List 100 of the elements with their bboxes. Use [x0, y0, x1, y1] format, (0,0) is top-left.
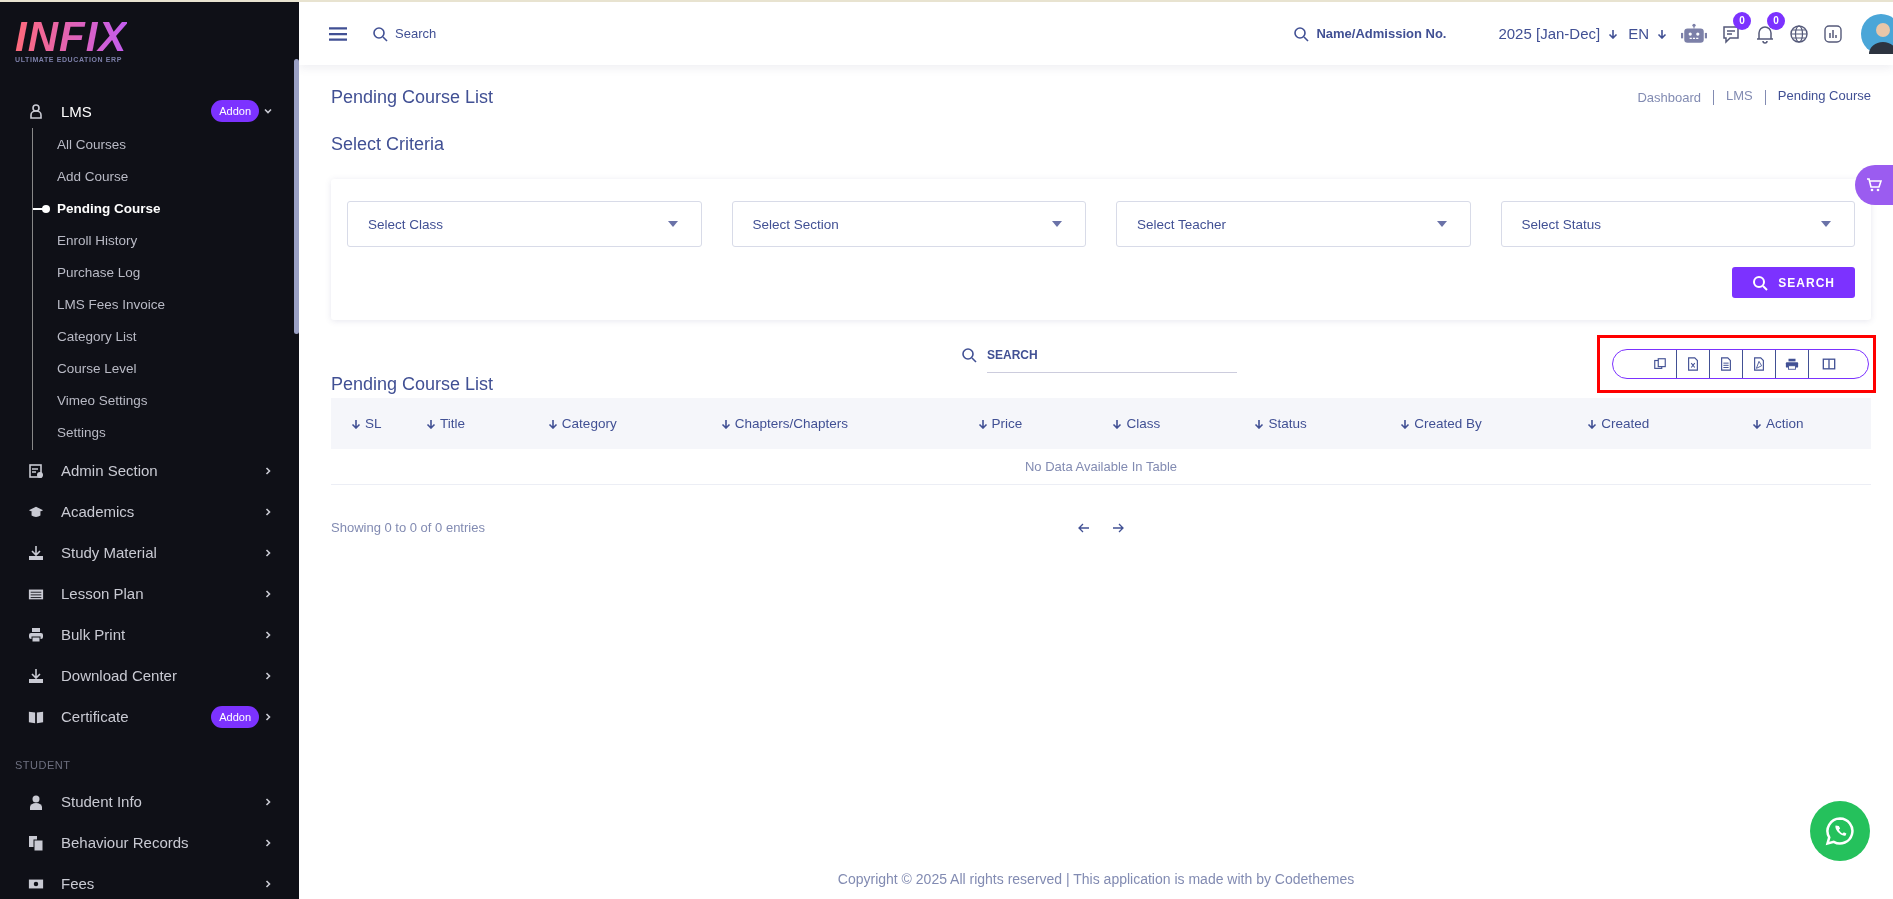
- submenu-item[interactable]: Category List: [33, 321, 291, 353]
- select-field[interactable]: Select Teacher: [1116, 201, 1471, 247]
- person-icon: [28, 793, 44, 810]
- sidebar-item[interactable]: Download Center: [0, 655, 291, 696]
- submenu-item[interactable]: Enroll History: [33, 225, 291, 257]
- search-button[interactable]: SEARCH: [1732, 267, 1855, 298]
- sidebar-item[interactable]: Admin Section: [0, 450, 291, 491]
- sidebar-item[interactable]: LMS Addon: [0, 94, 291, 128]
- student-search-field[interactable]: Name/Admission No.: [1316, 26, 1457, 41]
- logo-wordmark: INFIX: [15, 20, 128, 54]
- arrow-down-icon: [547, 418, 558, 429]
- breadcrumb-link[interactable]: Dashboard: [1637, 90, 1702, 105]
- next-page-button[interactable]: [1112, 522, 1124, 533]
- session-dropdown[interactable]: 2025 [Jan-Dec]: [1498, 25, 1619, 42]
- column-header[interactable]: Chapters/Chapters: [720, 416, 978, 431]
- search-icon: [1752, 274, 1769, 291]
- select-field[interactable]: Select Class: [347, 201, 702, 247]
- arrow-down-icon: [1752, 418, 1763, 429]
- language-dropdown[interactable]: EN: [1628, 25, 1667, 42]
- arrow-down-icon: [1657, 28, 1667, 39]
- active-marker: [33, 208, 47, 210]
- arrow-down-icon: [1254, 418, 1265, 429]
- submenu-item[interactable]: All Courses: [33, 129, 291, 161]
- robot-icon: [1681, 22, 1707, 45]
- column-header[interactable]: Category: [547, 416, 721, 431]
- column-header[interactable]: Status: [1254, 416, 1401, 431]
- sidebar-item[interactable]: Student Info: [0, 781, 291, 822]
- page-title: Pending Course List: [331, 87, 494, 108]
- submenu-item[interactable]: Purchase Log: [33, 257, 291, 289]
- table-search-field[interactable]: SEARCH: [987, 337, 1237, 373]
- sidebar-item[interactable]: Lesson Plan: [0, 573, 291, 614]
- documents-icon: [28, 834, 44, 851]
- arrow-right-icon: [1112, 522, 1124, 533]
- column-header[interactable]: Class: [1112, 416, 1255, 431]
- sidebar-item[interactable]: Behaviour Records: [0, 822, 291, 863]
- printer-icon: [28, 626, 44, 643]
- column-header[interactable]: Action: [1752, 416, 1871, 431]
- arrow-down-icon: [720, 418, 731, 429]
- caret-down-icon: [1821, 221, 1831, 227]
- printer-icon: [1785, 357, 1799, 371]
- sidebar-item[interactable]: Academics: [0, 491, 291, 532]
- globe-icon: [1789, 23, 1809, 44]
- submenu-item[interactable]: LMS Fees Invoice: [33, 289, 291, 321]
- submenu-item[interactable]: Add Course: [33, 161, 291, 193]
- columns-icon: [1821, 357, 1836, 371]
- addon-badge: Addon: [211, 100, 259, 122]
- scrollbar[interactable]: [294, 59, 299, 334]
- arrow-down-icon: [425, 418, 436, 429]
- search-icon: [961, 347, 977, 363]
- download-icon: [28, 667, 44, 684]
- count-badge: 0: [1733, 11, 1751, 30]
- spreadsheet-icon: [1686, 357, 1700, 371]
- column-header[interactable]: SL: [351, 416, 426, 431]
- caret-down-icon: [667, 221, 678, 227]
- addon-badge: Addon: [211, 705, 259, 728]
- previous-page-button[interactable]: [1078, 522, 1090, 533]
- download-icon: [28, 544, 44, 561]
- column-header[interactable]: Price: [977, 416, 1113, 431]
- copy-icon: [1652, 357, 1667, 371]
- search-icon: [372, 25, 388, 42]
- select-field[interactable]: Select Section: [731, 201, 1086, 247]
- cart-icon: [1866, 177, 1882, 193]
- person-icon: [28, 103, 44, 119]
- submenu-item[interactable]: Pending Course: [33, 193, 291, 225]
- sidebar-item[interactable]: Certificate Addon: [0, 696, 291, 737]
- submenu-item[interactable]: Vimeo Settings: [33, 385, 291, 417]
- submenu-item[interactable]: Settings: [33, 417, 291, 449]
- caret-down-icon: [1052, 221, 1062, 227]
- arrow-down-icon: [977, 418, 988, 429]
- column-header[interactable]: Created: [1587, 416, 1753, 431]
- empty-table-message: No Data Available In Table: [331, 449, 1871, 485]
- table-title: Pending Course List: [331, 374, 495, 395]
- submenu-item[interactable]: Course Level: [33, 353, 291, 385]
- sidebar-item[interactable]: Study Material: [0, 532, 291, 573]
- copyright-text: Copyright © 2025 All rights reserved | This application is made with by Codethemes: [837, 871, 1355, 889]
- search-field[interactable]: Search: [395, 26, 505, 41]
- chat-icon: [1721, 23, 1741, 44]
- arrow-down-icon: [351, 418, 361, 429]
- bell-icon: [1755, 23, 1775, 44]
- search-icon: [1293, 25, 1310, 42]
- sidebar-item[interactable]: Bulk Print: [0, 614, 291, 655]
- arrow-down-icon: [1608, 28, 1619, 39]
- arrow-down-icon: [1400, 418, 1411, 429]
- form-icon: [28, 462, 44, 479]
- arrow-down-icon: [1587, 418, 1598, 429]
- select-field[interactable]: Select Status: [1500, 201, 1855, 247]
- column-header[interactable]: Created By: [1400, 416, 1588, 431]
- section-title: Select Criteria: [331, 134, 446, 155]
- arrow-down-icon: [1112, 418, 1123, 429]
- section-heading: STUDENT: [14, 758, 72, 773]
- avatar[interactable]: [1861, 13, 1893, 54]
- table-info: Showing 0 to 0 of 0 entries: [331, 520, 486, 535]
- column-header[interactable]: Title: [425, 416, 548, 431]
- sidebar-item[interactable]: Fees: [0, 863, 291, 899]
- cart-button[interactable]: [1855, 165, 1893, 205]
- pdf-file-icon: [1752, 357, 1766, 371]
- arrow-left-icon: [1078, 522, 1090, 533]
- breadcrumb-link[interactable]: Pending Course: [1764, 90, 1871, 105]
- menu-icon: [329, 25, 347, 42]
- caret-down-icon: [1436, 221, 1447, 227]
